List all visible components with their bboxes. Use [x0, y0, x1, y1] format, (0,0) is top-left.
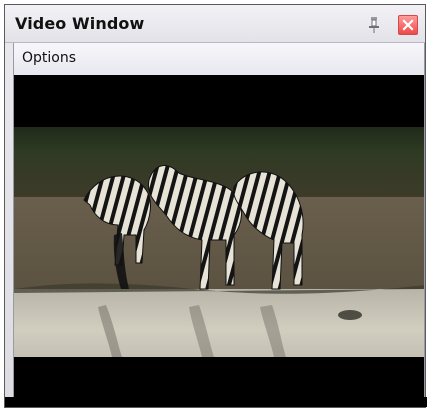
bottom-border	[5, 397, 427, 407]
video-surface[interactable]	[13, 75, 425, 403]
video-frame	[14, 75, 424, 403]
window-title: Video Window	[15, 14, 145, 33]
close-icon	[402, 19, 414, 31]
options-menu[interactable]: Options	[22, 50, 76, 66]
close-button[interactable]	[398, 15, 418, 35]
menu-bar: Options	[13, 43, 425, 75]
title-bar[interactable]: Video Window	[5, 5, 425, 43]
pin-icon[interactable]	[365, 15, 383, 33]
video-window: Video Window Options	[4, 4, 427, 408]
